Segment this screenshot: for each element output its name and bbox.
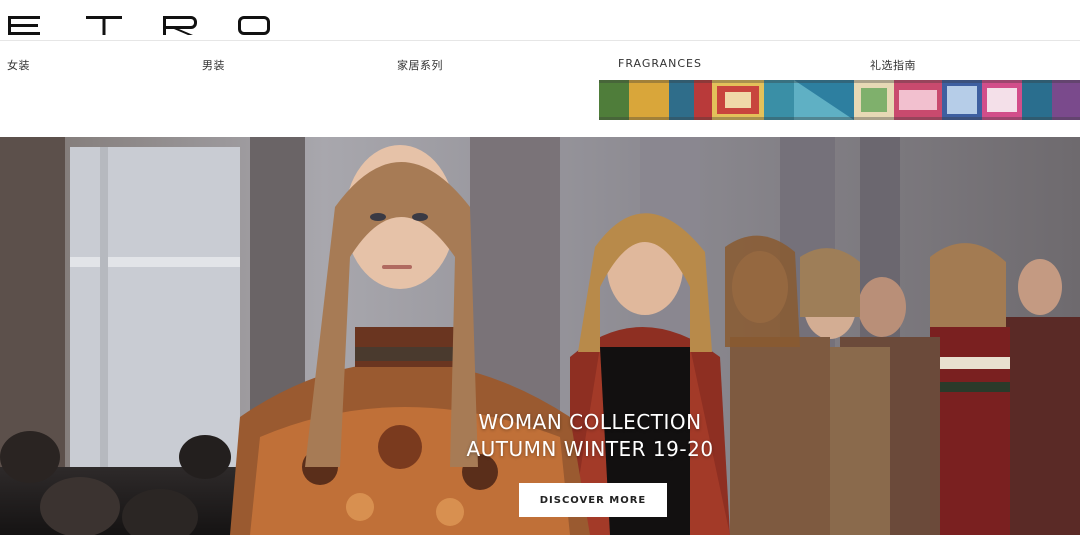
- scarf-promo-image[interactable]: [599, 80, 1080, 120]
- nav-item-home-collection[interactable]: 家居系列: [397, 57, 443, 73]
- nav-item-men[interactable]: 男装: [202, 57, 225, 73]
- runway-photo: [0, 137, 1080, 535]
- nav-item-gift-guide[interactable]: 礼选指南: [870, 57, 916, 73]
- etro-logo[interactable]: [8, 14, 270, 36]
- nav-item-fragrances[interactable]: FRAGRANCES: [618, 57, 702, 70]
- hero-banner[interactable]: WOMAN COLLECTION AUTUMN WINTER 19-20 DIS…: [0, 137, 1080, 535]
- site-header: 女装 男装 家居系列 FRAGRANCES 礼选指南: [0, 0, 1080, 135]
- hero-title-line2: AUTUMN WINTER 19-20: [466, 437, 714, 461]
- hero-title-line1: WOMAN COLLECTION: [478, 410, 702, 434]
- nav-item-women[interactable]: 女装: [7, 57, 30, 73]
- header-divider: [0, 40, 1080, 41]
- discover-more-button[interactable]: DISCOVER MORE: [519, 483, 667, 517]
